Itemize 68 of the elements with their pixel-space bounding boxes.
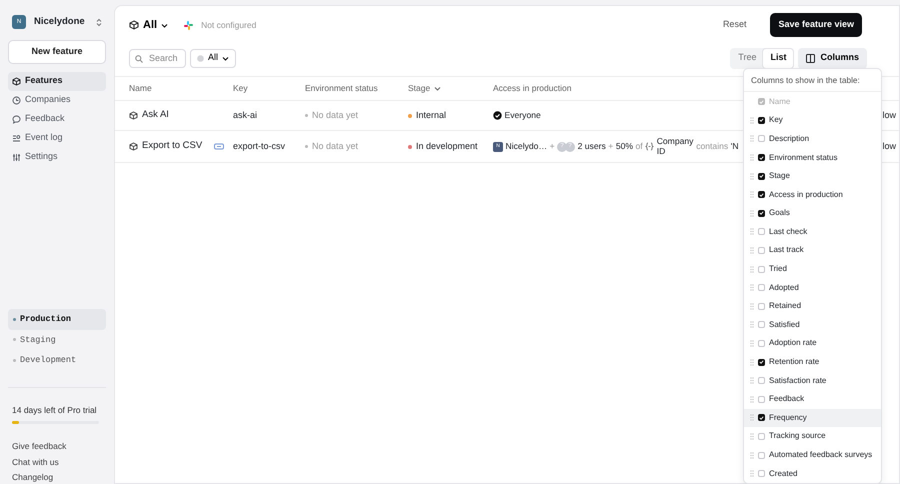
columns-button[interactable]: Columns <box>798 48 867 68</box>
table-cell-text: low <box>882 140 896 153</box>
feature-key: ask-ai <box>233 108 258 122</box>
column-option[interactable]: Stage <box>744 166 881 186</box>
column-option[interactable]: Access in production <box>744 185 881 204</box>
column-header[interactable]: Environment status <box>305 82 408 95</box>
column-header[interactable]: Stage <box>408 82 493 95</box>
view-mode-tab[interactable]: List <box>763 48 794 68</box>
column-option[interactable]: Last check <box>744 222 881 242</box>
plus-sign: + <box>608 140 614 153</box>
menu-title: Columns to show in the table: <box>744 69 881 92</box>
feature-name[interactable]: Export to CSV <box>142 139 202 154</box>
column-header[interactable]: Name <box>129 82 233 95</box>
nav-item[interactable]: Settings <box>8 148 106 166</box>
environment-item[interactable]: Production <box>8 308 106 330</box>
rollout-percent: 50% <box>616 140 634 153</box>
reset-button[interactable]: Reset <box>722 18 746 32</box>
table-cell-text: low <box>882 108 896 122</box>
attribute-name: Company ID <box>656 137 694 156</box>
column-option[interactable]: Tried <box>744 260 881 278</box>
feature-name[interactable]: Ask AI <box>142 108 169 123</box>
column-option[interactable]: Goals <box>744 204 881 223</box>
nav-item[interactable]: Features <box>8 72 106 90</box>
column-option[interactable]: Environment status <box>744 148 881 167</box>
column-option[interactable]: Retained <box>744 296 881 316</box>
view-dropdown[interactable]: All <box>143 16 168 34</box>
company-name: Nicelydo… <box>506 140 548 153</box>
column-option[interactable]: Automated feedback surveys <box>744 446 881 464</box>
column-option: Name <box>744 92 881 112</box>
column-option[interactable]: Created <box>744 464 881 483</box>
column-option[interactable]: Last track <box>744 241 881 260</box>
save-feature-view-button[interactable]: Save feature view <box>770 13 862 37</box>
environment-item[interactable]: Staging <box>8 330 106 350</box>
environment-status: No data yet <box>312 108 358 122</box>
nav-item[interactable]: Companies <box>8 90 106 110</box>
column-header[interactable]: Key <box>233 82 305 95</box>
nav-item[interactable]: Feedback <box>8 110 106 128</box>
column-option[interactable]: Satisfied <box>744 316 881 334</box>
view-mode-tab[interactable]: Tree <box>731 48 764 68</box>
column-option[interactable]: Tracking source <box>744 427 881 446</box>
column-option[interactable]: Satisfaction rate <box>744 371 881 390</box>
new-feature-button[interactable]: New feature <box>8 40 106 64</box>
environment-item[interactable]: Development <box>8 350 106 371</box>
search-field[interactable]: Search <box>129 48 186 68</box>
column-option[interactable]: Key <box>744 111 881 130</box>
sidebar-link[interactable]: Changelog <box>12 471 106 484</box>
user-count: 2 users <box>578 140 606 153</box>
of-label: of <box>636 140 643 153</box>
filter-dropdown[interactable]: All <box>190 48 236 68</box>
column-option[interactable]: Feedback <box>744 390 881 409</box>
column-option[interactable]: Adopted <box>744 278 881 297</box>
org-name: Nicelydone <box>34 14 85 29</box>
column-option[interactable]: Retention rate <box>744 352 881 372</box>
access-label: Everyone <box>504 109 541 122</box>
plus-sign: + <box>550 140 555 153</box>
column-option[interactable]: Frequency <box>744 408 881 428</box>
column-option[interactable]: Description <box>744 130 881 148</box>
sidebar-link[interactable]: Give feedback <box>12 440 106 452</box>
trial-text: 14 days left of Pro trial <box>12 404 98 417</box>
sidebar-link[interactable]: Chat with us <box>12 456 106 468</box>
feature-key: export-to-csv <box>233 140 286 154</box>
environment-status: No data yet <box>312 140 358 153</box>
filter-value: 'N <box>730 140 739 153</box>
stage-label: Internal <box>416 108 446 122</box>
column-option[interactable]: Adoption rate <box>744 334 881 353</box>
stage-label: In development <box>416 140 478 153</box>
operator-label: contains <box>696 140 728 153</box>
nav-item[interactable]: Event log <box>8 128 106 148</box>
